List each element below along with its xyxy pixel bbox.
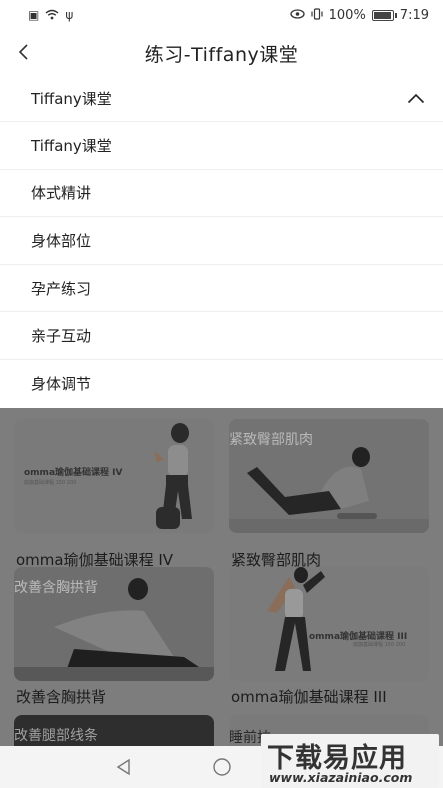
thumbnail-overlay-text: 紧致臀部肌肉 <box>229 432 313 448</box>
status-bar: ▣ ψ 100% 7:19 <box>0 0 443 30</box>
course-thumbnail: 紧致臀部肌肉 <box>229 419 429 533</box>
nav-home-button[interactable] <box>210 756 234 778</box>
yoga-figure-icon <box>267 567 325 671</box>
thumbnail-caption: omma瑜伽基础课程 IV <box>24 468 123 478</box>
dropdown-toggle[interactable]: Tiffany课堂 <box>0 76 443 122</box>
circle-home-icon <box>213 758 231 776</box>
page-title: 练习-Tiffany课堂 <box>144 43 299 66</box>
thumbnail-subcaption: 瑜伽基础课程 150 200 <box>24 480 77 486</box>
triangle-back-icon <box>116 758 130 776</box>
watermark-logo: 下载易应用 www.xiazainiao.com <box>261 734 439 788</box>
dropdown-selected-label: Tiffany课堂 <box>31 90 112 108</box>
course-thumbnail: omma瑜伽基础课程 III 瑜伽基础课程 150 200 <box>229 567 429 681</box>
header: 练习-Tiffany课堂 <box>0 30 443 76</box>
battery-icon <box>371 9 397 21</box>
watermark-url: www.xiazainiao.com <box>269 770 413 785</box>
dropdown-item-body-parts[interactable]: 身体部位 <box>0 217 443 265</box>
sim-icon: ▣ <box>28 8 40 22</box>
usb-icon: ψ <box>65 8 74 22</box>
thumbnail-overlay-text: 改善含胸拱背 <box>14 580 98 596</box>
course-thumbnail: 改善腿部线条 <box>14 715 214 746</box>
nav-back-button[interactable] <box>112 756 136 778</box>
battery-percent: 100% <box>328 7 366 23</box>
vibrate-icon <box>311 8 323 22</box>
dropdown-item-parent-child[interactable]: 亲子互动 <box>0 312 443 360</box>
course-card[interactable]: 改善腿部线条 <box>14 715 214 746</box>
status-right: 100% 7:19 <box>289 7 429 23</box>
status-left: ▣ ψ <box>28 9 73 22</box>
course-card[interactable]: omma瑜伽基础课程 III 瑜伽基础课程 150 200 omma瑜伽基础课程… <box>229 567 429 707</box>
course-card[interactable]: 紧致臀部肌肉 紧致臀部肌肉 <box>229 419 429 569</box>
chevron-left-icon <box>18 44 28 60</box>
course-grid: omma瑜伽基础课程 IV 瑜伽基础课程 150 200 omma瑜伽基础课程 … <box>0 408 443 746</box>
course-card[interactable]: omma瑜伽基础课程 IV 瑜伽基础课程 150 200 omma瑜伽基础课程 … <box>14 419 214 569</box>
category-dropdown: Tiffany课堂 Tiffany课堂 体式精讲 身体部位 孕产练习 亲子互动 … <box>0 76 443 408</box>
eye-icon <box>289 9 305 21</box>
back-button[interactable] <box>8 34 38 70</box>
chevron-up-icon <box>407 93 425 104</box>
course-thumbnail: 改善含胸拱背 <box>14 567 214 681</box>
thumbnail-subcaption: 瑜伽基础课程 150 200 <box>353 642 406 648</box>
course-title: 改善含胸拱背 <box>16 688 107 706</box>
course-title: omma瑜伽基础课程 III <box>231 688 387 706</box>
course-thumbnail: omma瑜伽基础课程 IV 瑜伽基础课程 150 200 <box>14 419 214 533</box>
course-card[interactable]: 改善含胸拱背 改善含胸拱背 <box>14 567 214 707</box>
wifi-icon <box>45 9 59 22</box>
dropdown-item-pose-detail[interactable]: 体式精讲 <box>0 170 443 218</box>
dropdown-item-body-adjust[interactable]: 身体调节 <box>0 360 443 408</box>
thumbnail-overlay-text: 改善腿部线条 <box>14 728 98 744</box>
dropdown-item-prenatal[interactable]: 孕产练习 <box>0 265 443 313</box>
dropdown-item-tiffany[interactable]: Tiffany课堂 <box>0 122 443 170</box>
clock-time: 7:19 <box>399 7 429 23</box>
